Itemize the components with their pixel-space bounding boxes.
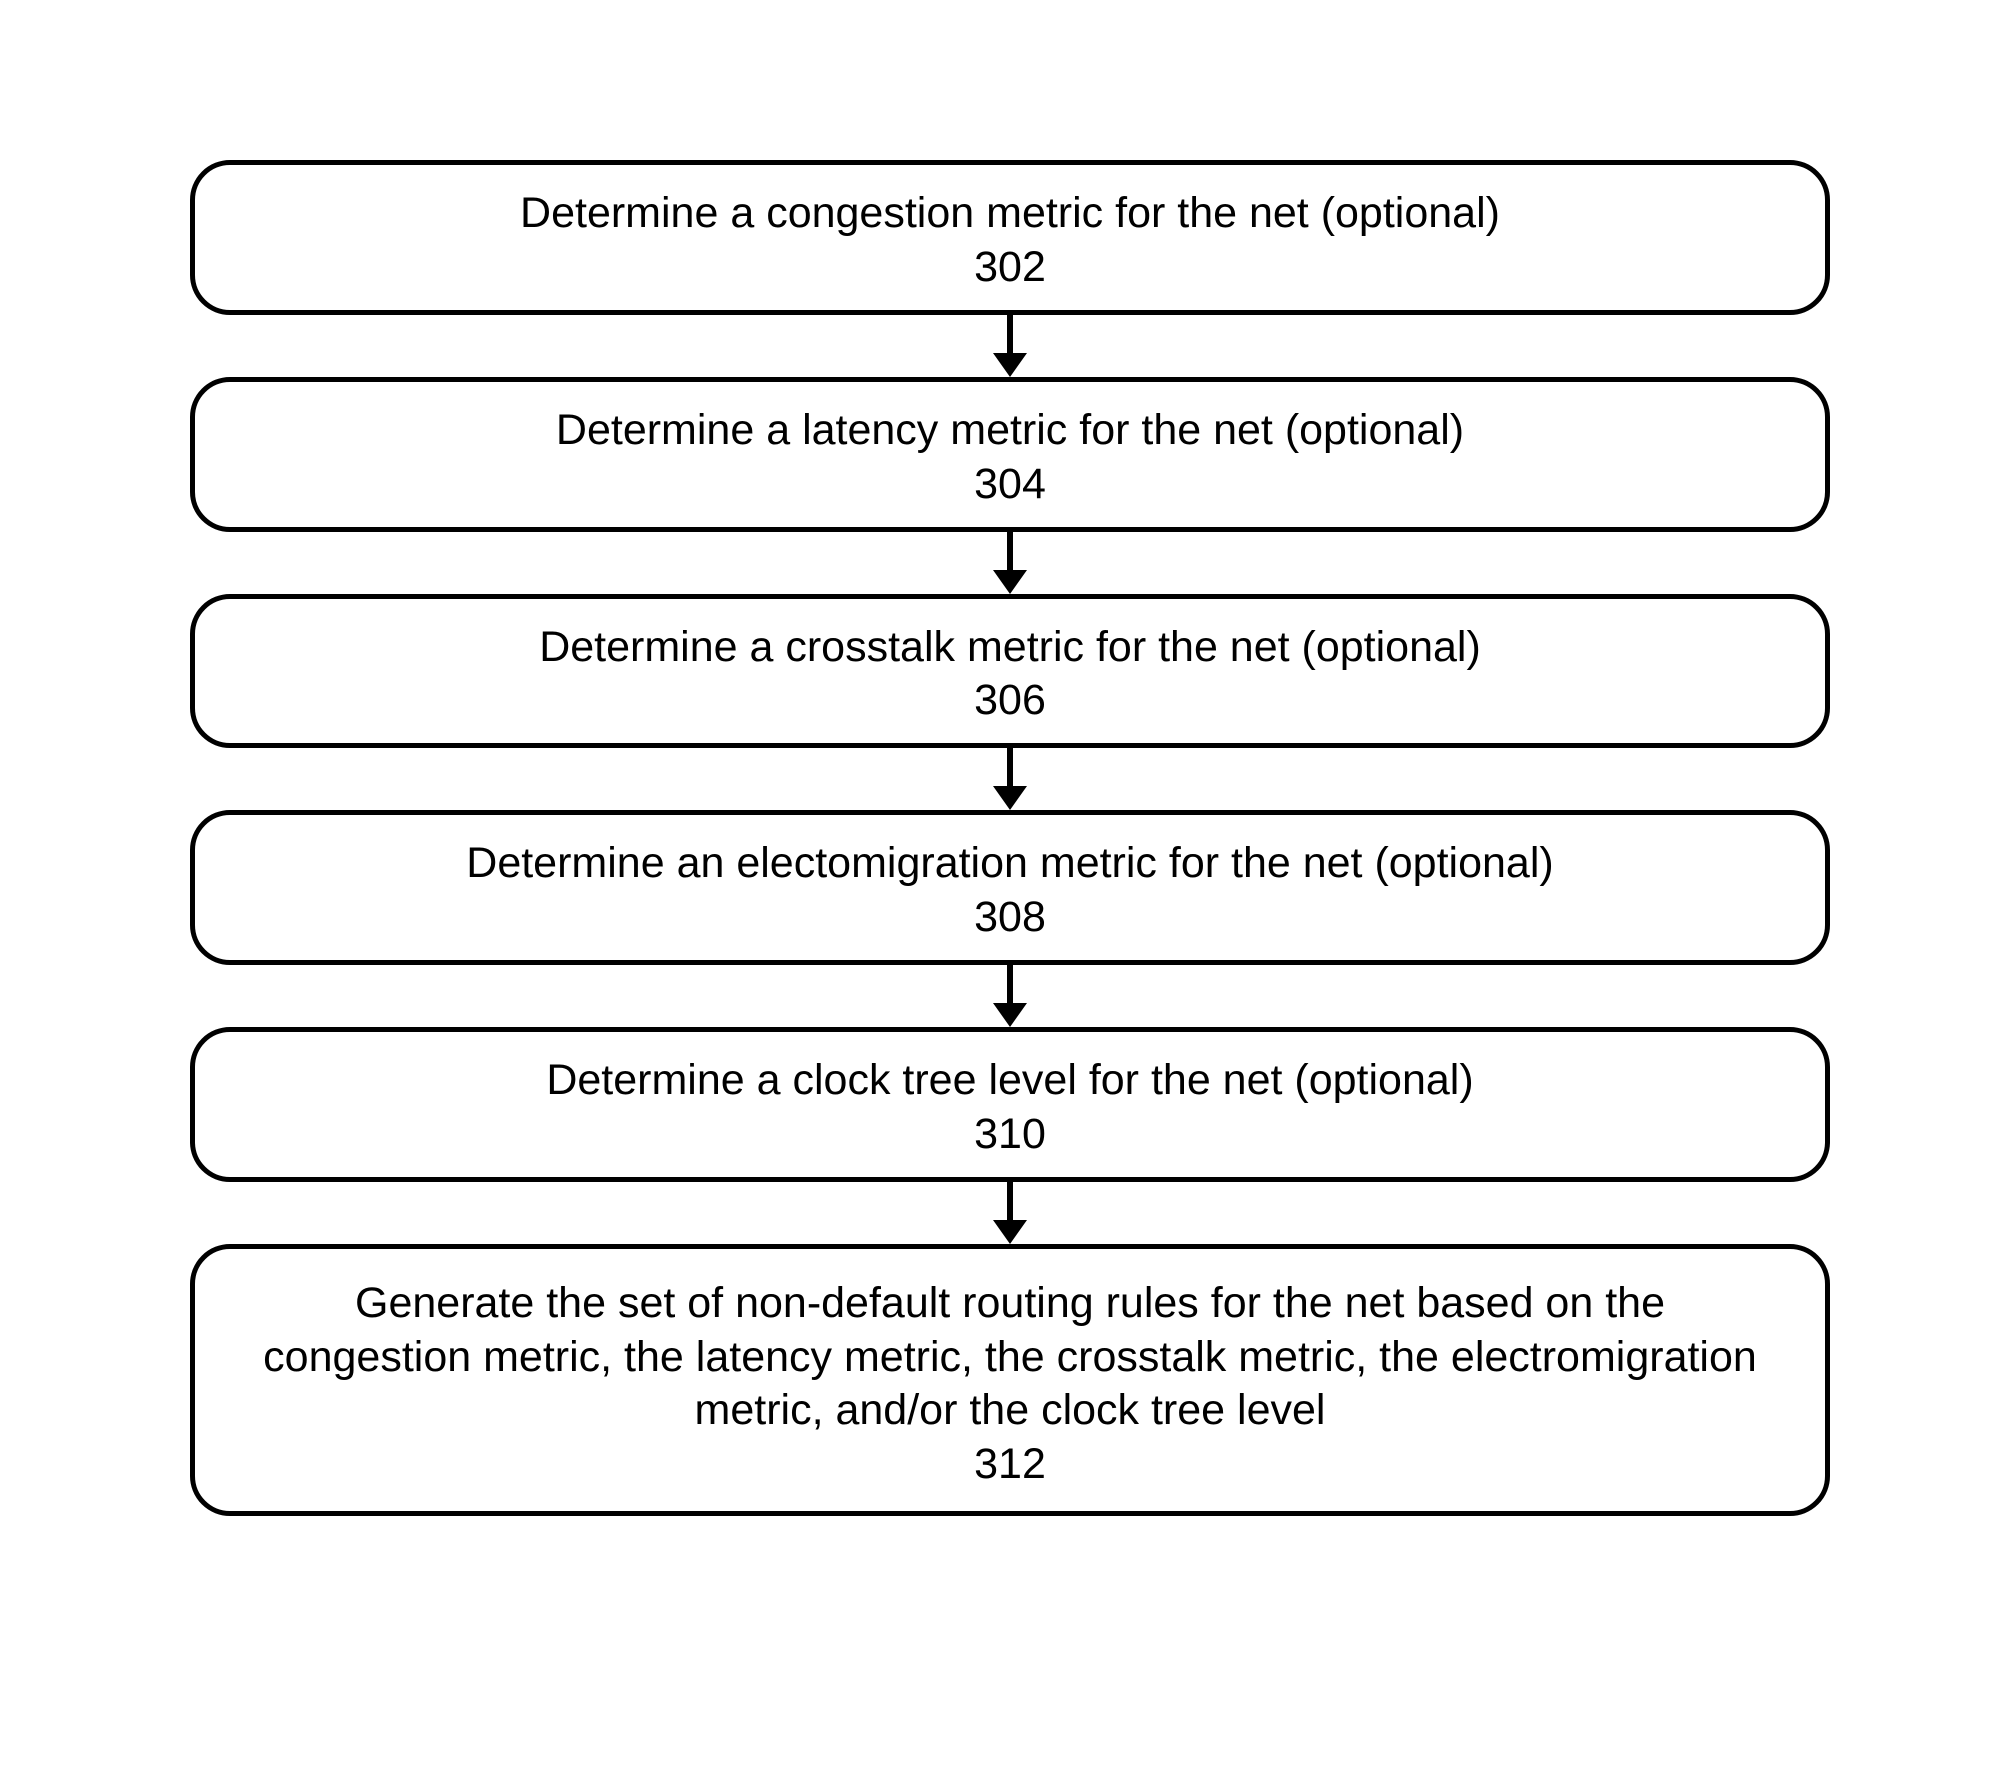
flowchart-step: Generate the set of non-default routing … xyxy=(190,1244,1830,1516)
step-number: 312 xyxy=(255,1440,1765,1489)
step-text: Determine a clock tree level for the net… xyxy=(235,1054,1785,1108)
step-text: Determine a congestion metric for the ne… xyxy=(235,187,1785,241)
step-box-304: Determine a latency metric for the net (… xyxy=(190,377,1830,532)
step-number: 310 xyxy=(235,1110,1785,1159)
step-number: 302 xyxy=(235,243,1785,292)
step-box-306: Determine a crosstalk metric for the net… xyxy=(190,594,1830,749)
step-text: Determine a crosstalk metric for the net… xyxy=(235,621,1785,675)
step-box-312: Generate the set of non-default routing … xyxy=(190,1244,1830,1516)
step-number: 306 xyxy=(235,676,1785,725)
flowchart-step: Determine a latency metric for the net (… xyxy=(190,377,1830,594)
arrow-down-icon xyxy=(993,532,1027,594)
step-box-310: Determine a clock tree level for the net… xyxy=(190,1027,1830,1182)
step-box-302: Determine a congestion metric for the ne… xyxy=(190,160,1830,315)
flowchart-step: Determine a congestion metric for the ne… xyxy=(190,160,1830,377)
flowchart-container: Determine a congestion metric for the ne… xyxy=(190,160,1830,1516)
step-number: 308 xyxy=(235,893,1785,942)
arrow-down-icon xyxy=(993,315,1027,377)
step-number: 304 xyxy=(235,460,1785,509)
step-text: Determine an electomigration metric for … xyxy=(235,837,1785,891)
flowchart-step: Determine an electomigration metric for … xyxy=(190,810,1830,1027)
flowchart-step: Determine a clock tree level for the net… xyxy=(190,1027,1830,1244)
step-text: Generate the set of non-default routing … xyxy=(255,1277,1765,1438)
arrow-down-icon xyxy=(993,748,1027,810)
step-box-308: Determine an electomigration metric for … xyxy=(190,810,1830,965)
arrow-down-icon xyxy=(993,1182,1027,1244)
flowchart-step: Determine a crosstalk metric for the net… xyxy=(190,594,1830,811)
arrow-down-icon xyxy=(993,965,1027,1027)
step-text: Determine a latency metric for the net (… xyxy=(235,404,1785,458)
